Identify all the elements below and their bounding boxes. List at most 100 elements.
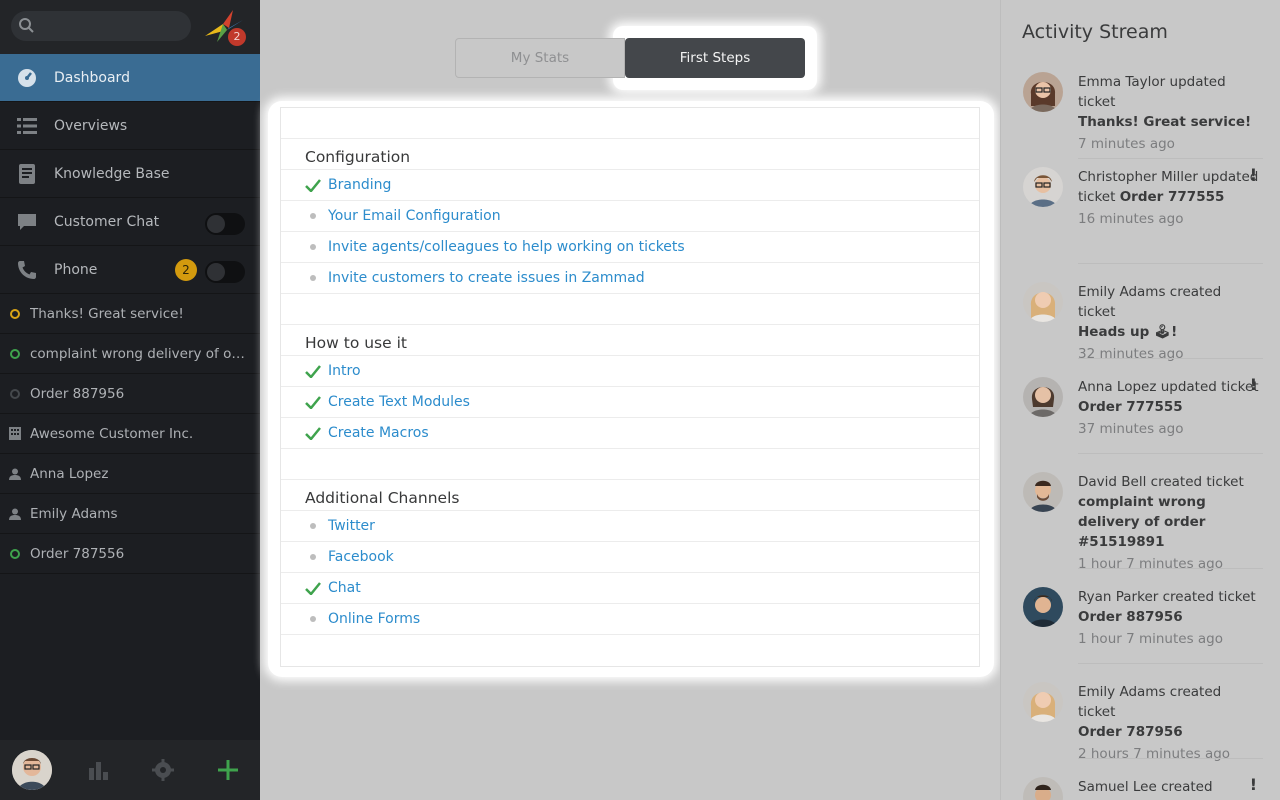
dashboard-tabs: My Stats First Steps — [455, 38, 805, 78]
notification-badge: 2 — [228, 28, 246, 46]
phone-toggle[interactable] — [205, 261, 245, 283]
activity-text: Ryan Parker created ticket Order 887956 … — [1078, 587, 1262, 649]
step-row[interactable]: Invite agents/colleagues to help working… — [281, 232, 979, 263]
section-title: Additional Channels — [281, 480, 979, 511]
activity-time: 37 minutes ago — [1078, 421, 1184, 437]
task-user[interactable]: Emily Adams — [0, 494, 260, 534]
activity-action: created ticket — [1162, 589, 1256, 605]
step-link[interactable]: Branding — [328, 177, 391, 193]
customer-chat-toggle[interactable] — [205, 213, 245, 235]
activity-time: 16 minutes ago — [1078, 211, 1184, 227]
spacer-row — [281, 449, 979, 480]
spacer-row — [281, 294, 979, 325]
bullet-icon — [305, 271, 321, 285]
bullet-icon — [305, 209, 321, 223]
avatar[interactable] — [1023, 587, 1063, 627]
step-row[interactable]: Invite customers to create issues in Zam… — [281, 263, 979, 294]
nav-overviews[interactable]: Overviews — [0, 102, 260, 150]
check-icon — [305, 426, 321, 440]
task-label: complaint wrong delivery of order #51519… — [30, 345, 250, 362]
activity-object[interactable]: Order 777555 — [1120, 189, 1225, 205]
dashboard-main: My Stats First Steps Configuration Brand… — [260, 0, 1000, 800]
search-input[interactable] — [11, 11, 191, 41]
step-link[interactable]: Your Email Configuration — [328, 208, 501, 224]
activity-object[interactable]: Order 787956 — [1078, 724, 1183, 740]
activity-object[interactable]: Order 887956 — [1078, 609, 1183, 625]
bullet-icon — [305, 612, 321, 626]
avatar[interactable] — [1023, 282, 1063, 322]
phone-icon — [17, 260, 37, 280]
activity-actor: Emily Adams — [1078, 284, 1166, 300]
bullet-icon — [305, 240, 321, 254]
important-flag: ! — [1249, 165, 1257, 184]
avatar[interactable] — [1023, 377, 1063, 417]
step-link[interactable]: Online Forms — [328, 611, 420, 627]
activity-time: 2 hours 7 minutes ago — [1078, 746, 1231, 762]
activity-time: 1 hour 7 minutes ago — [1078, 631, 1224, 647]
step-row[interactable]: Twitter — [281, 511, 979, 542]
search-bar: 2 — [0, 0, 260, 54]
activity-text: Christopher Miller updated ticket Order … — [1078, 167, 1262, 229]
step-row[interactable]: Create Macros — [281, 418, 979, 449]
step-row[interactable]: Chat — [281, 573, 979, 604]
task-label: Thanks! Great service! — [30, 305, 184, 322]
dashboard-icon — [17, 68, 37, 88]
task-ticket[interactable]: complaint wrong delivery of order #51519… — [0, 334, 260, 374]
task-ticket[interactable]: Thanks! Great service! — [0, 294, 260, 334]
step-link[interactable]: Invite agents/colleagues to help working… — [328, 239, 685, 255]
activity-action: created ticket — [1150, 474, 1244, 490]
avatar[interactable] — [1023, 777, 1063, 800]
step-link[interactable]: Invite customers to create issues in Zam… — [328, 270, 645, 286]
activity-stream: Activity Stream Emma Taylor updated tick… — [1000, 0, 1280, 800]
divider — [1078, 263, 1263, 264]
activity-object[interactable]: Heads up 🕹! — [1078, 324, 1177, 340]
step-link[interactable]: Create Text Modules — [328, 394, 470, 410]
person-icon — [9, 508, 21, 520]
step-link[interactable]: Intro — [328, 363, 361, 379]
step-row[interactable]: Online Forms — [281, 604, 979, 635]
step-row[interactable]: Intro — [281, 356, 979, 387]
reports-icon[interactable] — [86, 758, 110, 782]
step-link[interactable]: Twitter — [328, 518, 375, 534]
activity-actor: Christopher Miller — [1078, 169, 1198, 185]
gear-icon[interactable] — [151, 758, 175, 782]
activity-object[interactable]: Order 777555 — [1078, 399, 1183, 415]
nav-knowledge-base[interactable]: Knowledge Base — [0, 150, 260, 198]
step-link[interactable]: Facebook — [328, 549, 394, 565]
nav-customer-chat[interactable]: Customer Chat — [0, 198, 260, 246]
step-link[interactable]: Chat — [328, 580, 361, 596]
sidebar-footer — [0, 740, 260, 800]
nav-label: Overviews — [54, 117, 128, 134]
avatar[interactable] — [12, 750, 52, 790]
step-row[interactable]: Create Text Modules — [281, 387, 979, 418]
task-user[interactable]: Anna Lopez — [0, 454, 260, 494]
check-icon — [305, 581, 321, 595]
nav-dashboard[interactable]: Dashboard — [0, 54, 260, 102]
task-ticket[interactable]: Order 887956 — [0, 374, 260, 414]
tab-first-steps[interactable]: First Steps — [625, 38, 805, 78]
divider — [1078, 158, 1263, 159]
ticket-ring-icon — [9, 348, 21, 360]
step-link[interactable]: Create Macros — [328, 425, 429, 441]
activity-actor: Emma Taylor — [1078, 74, 1166, 90]
activity-actor: Samuel Lee — [1078, 779, 1157, 795]
step-row[interactable]: Facebook — [281, 542, 979, 573]
plus-icon[interactable] — [216, 758, 240, 782]
avatar[interactable] — [1023, 167, 1063, 207]
nav-label: Dashboard — [54, 69, 130, 86]
nav-phone[interactable]: Phone 2 — [0, 246, 260, 294]
task-label: Emily Adams — [30, 505, 118, 522]
step-row[interactable]: Branding — [281, 170, 979, 201]
avatar[interactable] — [1023, 472, 1063, 512]
section-title: Configuration — [281, 139, 979, 170]
task-organization[interactable]: Awesome Customer Inc. — [0, 414, 260, 454]
step-row[interactable]: Your Email Configuration — [281, 201, 979, 232]
tab-my-stats[interactable]: My Stats — [455, 38, 625, 78]
task-label: Order 887956 — [30, 385, 125, 402]
avatar[interactable] — [1023, 682, 1063, 722]
avatar[interactable] — [1023, 72, 1063, 112]
task-ticket[interactable]: Order 787556 — [0, 534, 260, 574]
activity-text: Emily Adams created ticket Order 787956 … — [1078, 682, 1262, 764]
activity-object[interactable]: complaint wrong delivery of order #51519… — [1078, 494, 1206, 550]
activity-object[interactable]: Thanks! Great service! — [1078, 114, 1251, 130]
